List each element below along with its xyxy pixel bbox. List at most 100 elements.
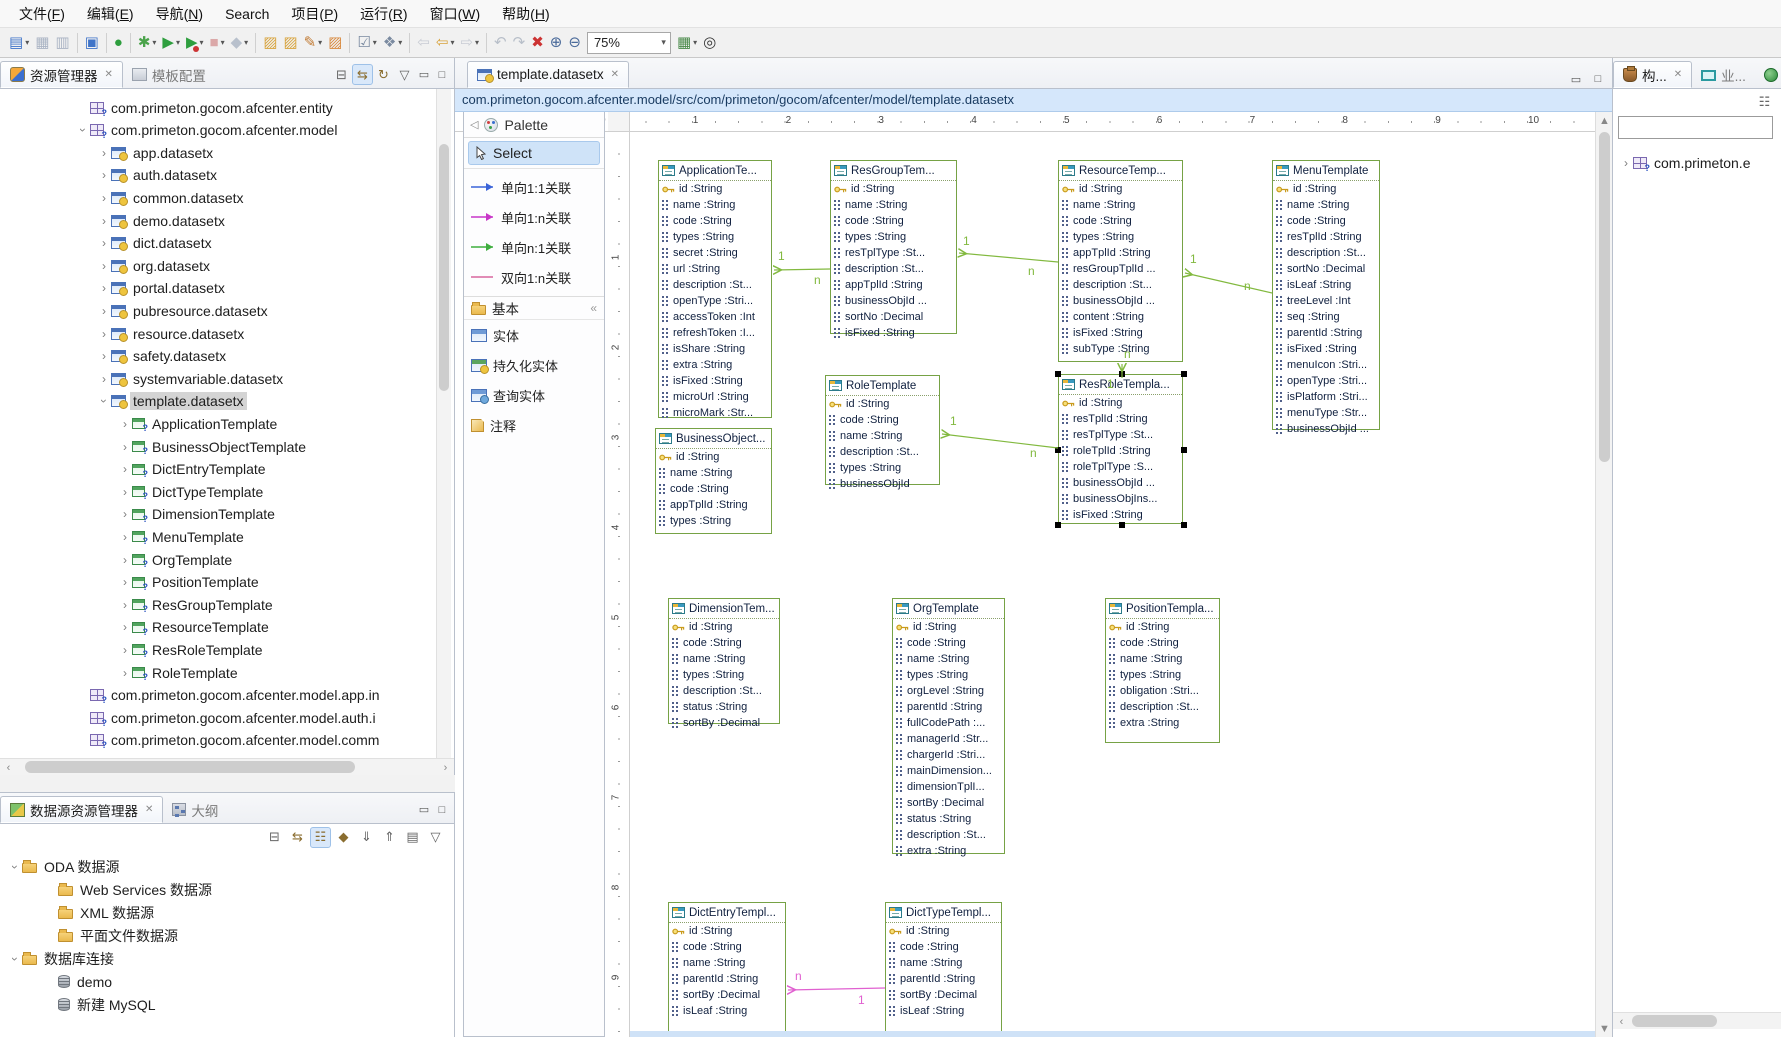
entity-field[interactable]: id :String [886, 923, 1001, 939]
explorer-tree-item[interactable]: ›template.datasetx [0, 391, 436, 412]
last-edit-button[interactable]: ⇦ [414, 31, 433, 55]
run-last-button[interactable]: ▶▾ [183, 31, 207, 55]
entity-field[interactable]: name :String [656, 465, 771, 481]
expand-arrow-icon[interactable]: › [118, 507, 132, 521]
diagram-canvas[interactable]: ApplicationTe...id :Stringname :Stringco… [630, 132, 1595, 1037]
view-menu-button[interactable]: ▽ [425, 827, 446, 848]
entity-field[interactable]: resTplId :String [1059, 411, 1182, 427]
entity-field[interactable]: code :String [1273, 213, 1379, 229]
explorer-tree-item[interactable]: ›portal.datasetx [0, 278, 436, 299]
link-with-editor-button[interactable]: ⇆ [287, 827, 308, 848]
palette-item-1[interactable]: 持久化实体 [464, 350, 604, 380]
expand-arrow-icon[interactable]: › [97, 304, 111, 318]
entity-field[interactable]: types :String [659, 229, 771, 245]
entity-field[interactable]: isFixed :String [659, 373, 771, 389]
export-config-button[interactable]: ⇑ [379, 827, 400, 848]
open-console-button[interactable]: ▣ [82, 31, 102, 55]
entity-field[interactable]: isFixed :String [1059, 325, 1182, 341]
entity-field[interactable]: secret :String [659, 245, 771, 261]
explorer-tree-item[interactable]: ›systemvariable.datasetx [0, 368, 436, 389]
connection-ResGroupTem-ApplicationTe[interactable] [774, 269, 830, 270]
connection-ResourceTemp-ResGroupTem[interactable] [959, 253, 1058, 262]
explorer-tree-item[interactable]: com.primeton.gocom.afcenter.model.auth.i [0, 707, 436, 728]
close-icon[interactable]: ✕ [103, 69, 113, 80]
entity-field[interactable]: code :String [826, 412, 939, 428]
entity-field[interactable]: description :St... [826, 444, 939, 460]
run-button[interactable]: ▶▾ [159, 31, 183, 55]
expand-arrow-icon[interactable]: › [97, 214, 111, 228]
entity-field[interactable]: businessObjId ... [831, 293, 956, 309]
scroll-up-icon[interactable]: ▲ [1596, 112, 1613, 129]
palette-relation-3[interactable]: 双向1:n关联 [464, 262, 604, 292]
datasource-tree-item[interactable]: 新建 MySQL [0, 994, 454, 1015]
import-config-button[interactable]: ⇓ [356, 827, 377, 848]
entity-field[interactable]: mainDimension... [893, 763, 1004, 779]
expand-arrow-icon[interactable]: › [118, 553, 132, 567]
entity-field[interactable]: appTplId :String [1059, 245, 1182, 261]
entity-field[interactable]: treeLevel :Int [1273, 293, 1379, 309]
expand-arrow-icon[interactable]: › [97, 236, 111, 250]
entity-field[interactable]: roleTplId :String [1059, 443, 1182, 459]
entity-field[interactable]: name :String [893, 651, 1004, 667]
entity-field[interactable]: sortBy :Decimal [669, 987, 785, 1003]
delete-button[interactable]: ✖ [528, 31, 547, 55]
new-connection-button[interactable]: ◆ [333, 827, 354, 848]
palette-header[interactable]: ◁ Palette [464, 112, 604, 138]
entity-title[interactable]: DimensionTem... [669, 599, 779, 619]
entity-field[interactable]: name :String [659, 197, 771, 213]
expand-arrow-icon[interactable]: › [97, 349, 111, 363]
entity-title[interactable]: DictTypeTempl... [886, 903, 1001, 923]
entity-field[interactable]: code :String [893, 635, 1004, 651]
entity-title[interactable]: MenuTemplate [1273, 161, 1379, 181]
open-resource-button[interactable]: ▨ [260, 31, 280, 55]
entity-field[interactable]: types :String [669, 667, 779, 683]
palette-item-0[interactable]: 实体 [464, 320, 604, 350]
entity-field[interactable]: chargerId :Stri... [893, 747, 1004, 763]
selection-handle[interactable] [1181, 371, 1187, 377]
entity-field[interactable]: isShare :String [659, 341, 771, 357]
entity-field[interactable]: refreshToken :I... [659, 325, 771, 341]
entity-title[interactable]: BusinessObject... [656, 429, 771, 449]
entity-OrgTemplate[interactable]: OrgTemplateid :Stringcode :Stringname :S… [892, 598, 1005, 854]
entity-field[interactable]: description :St... [1059, 277, 1182, 293]
entity-DictTypeTempl[interactable]: DictTypeTempl...id :Stringcode :Stringna… [885, 902, 1002, 1037]
explorer-tree-item[interactable]: ›PositionTemplate [0, 572, 436, 593]
entity-field[interactable]: parentId :String [1273, 325, 1379, 341]
tab-business[interactable]: 业... [1692, 61, 1755, 88]
entity-field[interactable]: sortNo :Decimal [831, 309, 956, 325]
scroll-left-icon[interactable]: ‹ [1613, 1013, 1630, 1030]
filter-button[interactable]: ▤ [402, 827, 423, 848]
explorer-tree-item[interactable]: com.primeton.gocom.afcenter.entity [0, 97, 436, 118]
explorer-tree-item[interactable]: ›app.datasetx [0, 142, 436, 163]
pin-palette-icon[interactable]: « [590, 301, 597, 315]
entity-field[interactable]: isFixed :String [1273, 341, 1379, 357]
collapse-all-button[interactable]: ⊟ [331, 64, 352, 85]
undo-button[interactable]: ↶ [491, 31, 510, 55]
entity-field[interactable]: code :String [1106, 635, 1219, 651]
save-button[interactable]: ▦ [32, 31, 52, 55]
annotate-button[interactable]: ✎▾ [301, 31, 326, 55]
entity-field[interactable]: resTplType :St... [831, 245, 956, 261]
entity-MenuTemplate[interactable]: MenuTemplateid :Stringname :Stringcode :… [1272, 160, 1380, 430]
explorer-tree-item[interactable]: ›demo.datasetx [0, 210, 436, 231]
minimize-button[interactable]: ▭ [1567, 70, 1585, 88]
entity-RoleTemplate[interactable]: RoleTemplateid :Stringcode :Stringname :… [825, 375, 940, 485]
entity-field[interactable]: name :String [1273, 197, 1379, 213]
entity-field[interactable]: isLeaf :String [886, 1003, 1001, 1019]
entity-field[interactable]: id :String [1106, 619, 1219, 635]
expand-arrow-icon[interactable]: › [118, 462, 132, 476]
entity-field[interactable]: isFixed :String [831, 325, 956, 341]
menu-item-3[interactable]: Search [214, 0, 280, 28]
close-icon[interactable]: ✕ [609, 69, 619, 80]
datasource-tree-item[interactable]: ›数据库连接 [0, 948, 454, 969]
entity-field[interactable]: code :String [669, 635, 779, 651]
entity-field[interactable]: types :String [1106, 667, 1219, 683]
collapse-arrow-icon[interactable]: › [97, 394, 111, 408]
expand-arrow-icon[interactable]: › [97, 327, 111, 341]
tab-datasource-explorer[interactable]: 数据源资源管理器 ✕ [0, 796, 163, 823]
explorer-tree-item[interactable]: ›resource.datasetx [0, 323, 436, 344]
entity-field[interactable]: id :String [669, 923, 785, 939]
task-list-button[interactable]: ☑▾ [354, 31, 379, 55]
tab-outline[interactable]: 大纲 [163, 796, 227, 823]
entity-PositionTempla[interactable]: PositionTempla...id :Stringcode :Stringn… [1105, 598, 1220, 743]
